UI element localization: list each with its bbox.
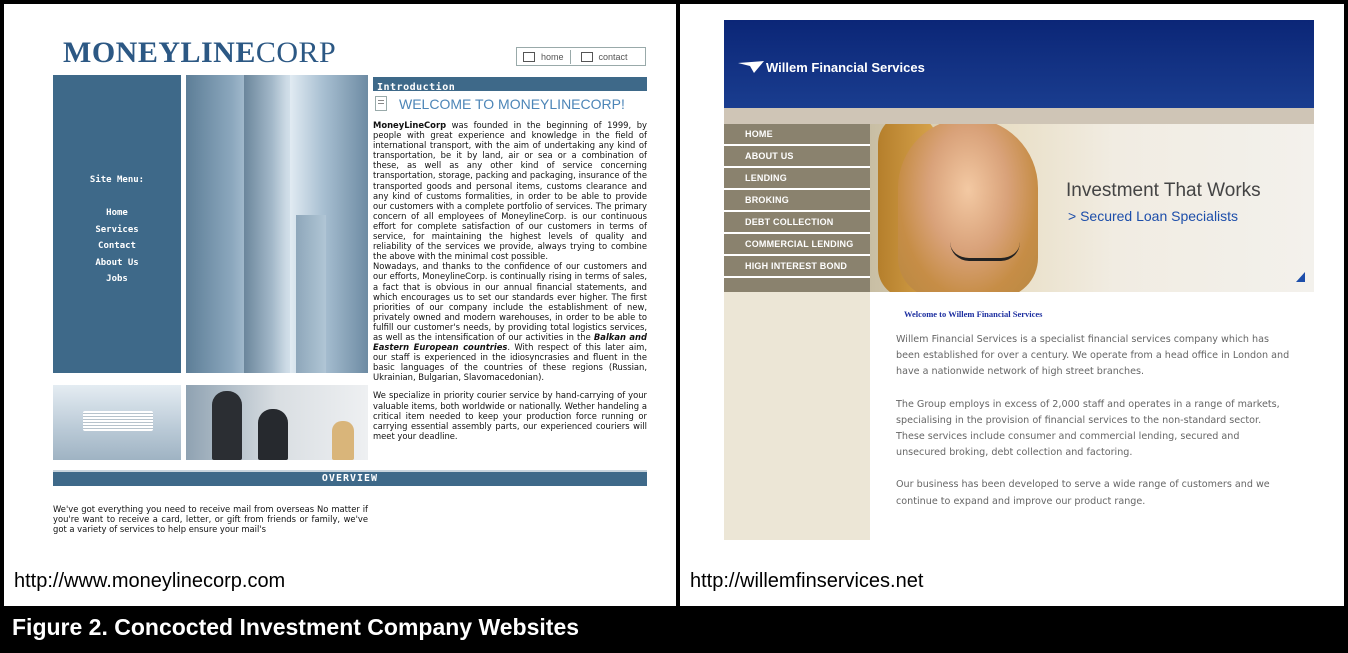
intro-p2-start: Nowadays, and thanks to the confidence o… bbox=[373, 261, 647, 342]
menu-item-about-us[interactable]: About Us bbox=[53, 255, 181, 272]
body-paragraph: Our business has been developed to serve… bbox=[896, 479, 1270, 507]
left-url-label: http://www.moneylinecorp.com bbox=[14, 570, 286, 592]
hero-photo-woman bbox=[898, 124, 1038, 292]
nav-commercial-lending[interactable]: COMMERCIAL LENDING bbox=[724, 234, 870, 254]
nav-about-us[interactable]: ABOUT US bbox=[724, 146, 870, 166]
person-silhouette bbox=[212, 391, 242, 460]
figure-frame: MONEYLINECORP home contact Site Menu: Ho… bbox=[0, 0, 1348, 653]
document-icon bbox=[375, 96, 387, 111]
nav-divider bbox=[569, 49, 571, 64]
menu-item-services[interactable]: Services bbox=[53, 222, 181, 239]
intro-p1-text: was founded in the beginning of 1999, by… bbox=[373, 120, 647, 262]
willem-nav: HOME ABOUT US LENDING BROKING DEBT COLLE… bbox=[724, 124, 870, 296]
screenshot-panel-moneylinecorp: MONEYLINECORP home contact Site Menu: Ho… bbox=[4, 4, 676, 606]
nav-home-link[interactable]: home bbox=[539, 52, 566, 62]
introduction-heading: Introduction bbox=[377, 82, 456, 93]
tower-shape-2 bbox=[296, 215, 326, 373]
intro-paragraph-3: We specialize in priority courier servic… bbox=[373, 390, 647, 441]
tower-shape bbox=[244, 75, 290, 373]
menu-item-home[interactable]: Home bbox=[53, 205, 181, 222]
welcome-heading: WELCOME TO MONEYLINECORP! bbox=[399, 96, 625, 112]
nav-broking[interactable]: BROKING bbox=[724, 190, 870, 210]
welcome-heading: Welcome to Willem Financial Services bbox=[904, 309, 1043, 319]
body-paragraph: The Group employs in excess of 2,000 sta… bbox=[896, 398, 1280, 459]
top-nav: home contact bbox=[516, 47, 646, 66]
figure-caption: Figure 2. Concocted Investment Company W… bbox=[12, 614, 580, 640]
brand-name: Willem Financial Services bbox=[766, 60, 925, 75]
introduction-text: MoneyLineCorp was founded in the beginni… bbox=[373, 120, 647, 449]
hero-title: Investment That Works bbox=[1066, 180, 1261, 201]
intro-lead: MoneyLineCorp bbox=[373, 120, 447, 130]
nav-high-interest-bond[interactable]: HIGH INTEREST BOND bbox=[724, 256, 870, 276]
business-meeting-photo bbox=[186, 385, 368, 460]
nav-home[interactable]: HOME bbox=[724, 124, 870, 144]
brand-arrow-icon bbox=[738, 61, 764, 73]
paper-stack-photo bbox=[53, 385, 181, 460]
corner-arrow-icon bbox=[1296, 272, 1305, 282]
nav-lending[interactable]: LENDING bbox=[724, 168, 870, 188]
nav-debt-collection[interactable]: DEBT COLLECTION bbox=[724, 212, 870, 232]
willem-page: Willem Financial Services HOME ABOUT US … bbox=[724, 20, 1314, 540]
sidebar-lower bbox=[724, 292, 870, 540]
moneyline-page: MONEYLINECORP home contact Site Menu: Ho… bbox=[49, 22, 649, 544]
introduction-bar: Introduction bbox=[373, 77, 647, 93]
intro-paragraph-1: MoneyLineCorp was founded in the beginni… bbox=[373, 120, 647, 382]
site-menu-sidebar: Site Menu: Home Services Contact About U… bbox=[53, 75, 181, 373]
body-paragraph: Willem Financial Services is a specialis… bbox=[896, 334, 1290, 378]
headset-icon bbox=[950, 242, 1020, 261]
hero-subtitle[interactable]: > Secured Loan Specialists bbox=[1068, 208, 1238, 224]
menu-item-jobs[interactable]: Jobs bbox=[53, 271, 181, 288]
logo-bold-text: MONEYLINE bbox=[63, 36, 256, 69]
skyscraper-photo bbox=[186, 75, 368, 373]
moneyline-logo: MONEYLINECORP bbox=[63, 36, 336, 70]
envelope-icon bbox=[580, 51, 593, 62]
computer-icon bbox=[523, 51, 535, 62]
site-menu-heading: Site Menu: bbox=[89, 175, 145, 185]
hero-banner: Investment That Works > Secured Loan Spe… bbox=[870, 124, 1314, 292]
body-text: Willem Financial Services is a specialis… bbox=[896, 332, 1291, 526]
person-silhouette bbox=[258, 409, 288, 460]
overview-heading: OVERVIEW bbox=[321, 473, 379, 484]
screenshot-panel-willem: Willem Financial Services HOME ABOUT US … bbox=[680, 4, 1344, 606]
logo-rest-text: CORP bbox=[255, 36, 337, 69]
header-stripe bbox=[724, 108, 1314, 124]
right-url-label: http://willemfinservices.net bbox=[690, 570, 924, 592]
overview-bar: OVERVIEW bbox=[53, 470, 647, 486]
paper-stack bbox=[83, 411, 153, 431]
site-menu-list: Home Services Contact About Us Jobs bbox=[53, 205, 181, 288]
overview-text: We've got everything you need to receive… bbox=[53, 504, 368, 535]
willem-header: Willem Financial Services bbox=[724, 20, 1314, 124]
nav-contact-link[interactable]: contact bbox=[597, 52, 630, 62]
person-silhouette bbox=[332, 421, 354, 460]
menu-item-contact[interactable]: Contact bbox=[53, 238, 181, 255]
